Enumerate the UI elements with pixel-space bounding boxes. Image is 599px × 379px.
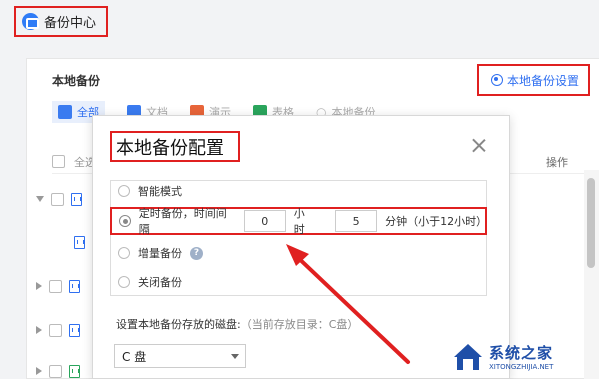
- watermark-sub: XITONGZHIJIA.NET: [489, 363, 554, 371]
- house-logo-icon: [454, 343, 482, 370]
- watermark-main: 系统之家: [489, 344, 554, 362]
- annotation-arrow: [286, 244, 410, 364]
- site-watermark: 系统之家 XITONGZHIJIA.NET: [452, 334, 599, 379]
- arrow-shaft: [290, 250, 410, 364]
